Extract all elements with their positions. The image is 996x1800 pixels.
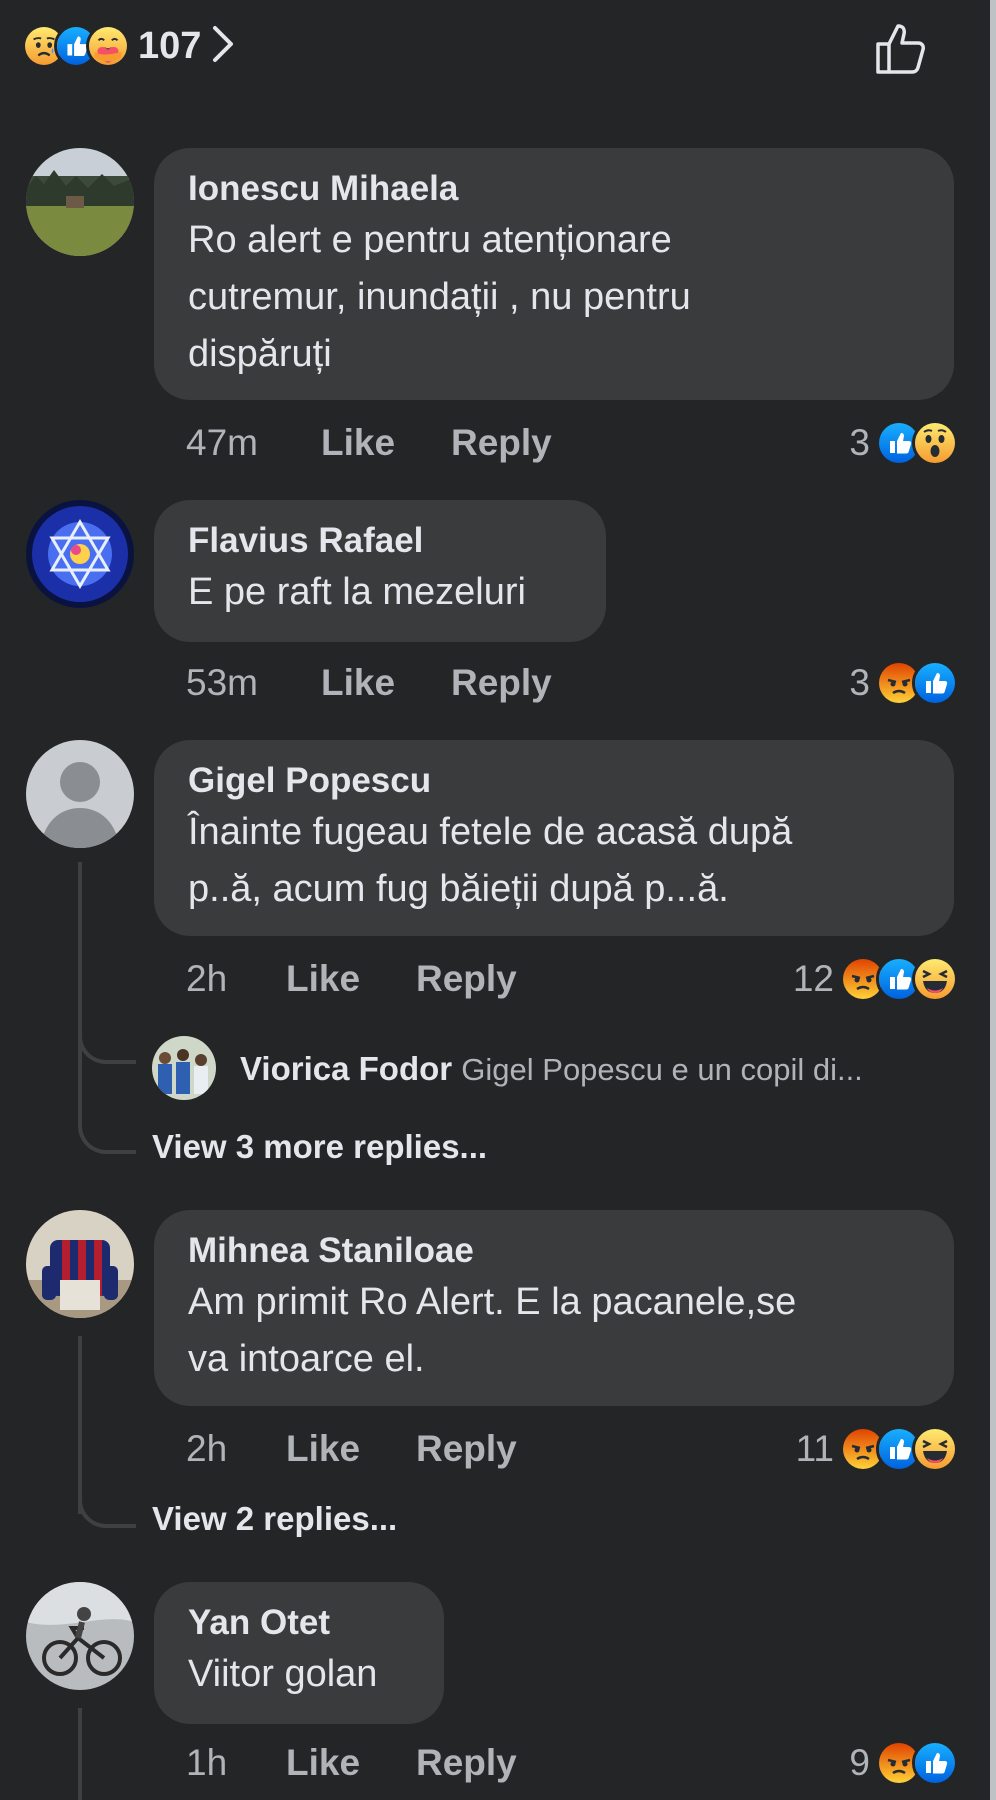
like-reaction-icon (912, 1740, 958, 1786)
comment-time[interactable]: 1h (186, 1742, 286, 1784)
comment-bubble[interactable]: Gigel Popescu Înainte fugeau fetele de a… (154, 740, 954, 936)
comment-time[interactable]: 47m (186, 422, 321, 464)
wow-reaction-icon (912, 420, 958, 466)
reactions-summary[interactable]: 107 (22, 22, 237, 70)
care-reaction-icon (86, 24, 130, 68)
comment-reactions[interactable]: 9 (849, 1736, 958, 1790)
comment-actions: 47m Like Reply (186, 416, 552, 470)
reply-button[interactable]: Reply (416, 958, 517, 1000)
like-reaction-icon (912, 660, 958, 706)
thread-line (78, 862, 82, 1124)
comment-author[interactable]: Mihnea Staniloae (188, 1230, 920, 1272)
avatar[interactable] (26, 500, 134, 608)
like-button[interactable]: Like (321, 662, 451, 704)
reaction-count: 12 (792, 958, 834, 999)
thumbs-up-outline-icon[interactable] (874, 18, 932, 83)
comment-text: Viitor golan (188, 1653, 378, 1695)
reply-button[interactable]: Reply (451, 662, 552, 704)
reply-button[interactable]: Reply (451, 422, 552, 464)
like-button[interactable]: Like (321, 422, 451, 464)
comment-text: Ro alert e pentru atenționare cutremur, … (188, 219, 691, 375)
comment-author[interactable]: Gigel Popescu (188, 760, 920, 802)
comment-author[interactable]: Yan Otet (188, 1602, 410, 1644)
reply-text: Gigel Popescu e un copil di... (461, 1052, 863, 1087)
like-button[interactable]: Like (286, 1742, 416, 1784)
comment-reactions[interactable]: 3 (849, 656, 958, 710)
reply-button[interactable]: Reply (416, 1428, 517, 1470)
comment-text: Am primit Ro Alert. E la pacanele,se va … (188, 1281, 797, 1380)
comment-bubble[interactable]: Mihnea Staniloae Am primit Ro Alert. E l… (154, 1210, 954, 1406)
comment-reactions[interactable]: 11 (796, 1422, 958, 1476)
default-avatar-icon[interactable] (26, 740, 134, 848)
avatar[interactable] (26, 1210, 134, 1318)
avatar[interactable] (26, 148, 134, 256)
comment-text: E pe raft la mezeluri (188, 571, 526, 613)
reaction-count: 11 (795, 1428, 834, 1469)
comment-actions: 53m Like Reply (186, 656, 552, 710)
comment-actions: 2h Like Reply (186, 1422, 517, 1476)
reaction-count: 3 (849, 422, 870, 463)
reply-preview[interactable]: Viorica Fodor Gigel Popescu e un copil d… (240, 1050, 863, 1088)
comment-bubble[interactable]: Ionescu Mihaela Ro alert e pentru atenți… (154, 148, 954, 400)
comment-time[interactable]: 2h (186, 1428, 286, 1470)
comment-reactions[interactable]: 12 (793, 952, 958, 1006)
comment-author[interactable]: Ionescu Mihaela (188, 168, 920, 210)
comment-actions: 2h Like Reply (186, 952, 517, 1006)
reply-avatar[interactable] (152, 1036, 216, 1100)
reaction-count: 3 (849, 662, 870, 703)
comment-bubble[interactable]: Yan Otet Viitor golan (154, 1582, 444, 1724)
reactions-total: 107 (138, 24, 202, 67)
like-button[interactable]: Like (286, 958, 416, 1000)
comment-reactions[interactable]: 3 (849, 416, 958, 470)
chevron-right-icon[interactable] (209, 24, 237, 69)
view-more-replies-link[interactable]: View 3 more replies... (152, 1128, 487, 1166)
comment-actions: 1h Like Reply (186, 1736, 517, 1790)
haha-reaction-icon (912, 1426, 958, 1472)
comment-time[interactable]: 53m (186, 662, 321, 704)
thread-branch (78, 1480, 136, 1528)
reaction-count: 9 (849, 1742, 870, 1783)
reply-author[interactable]: Viorica Fodor (240, 1050, 452, 1087)
comment-author[interactable]: Flavius Rafael (188, 520, 572, 562)
view-more-replies-link[interactable]: View 2 replies... (152, 1500, 397, 1538)
scroll-edge (990, 0, 996, 1800)
comment-bubble[interactable]: Flavius Rafael E pe raft la mezeluri (154, 500, 606, 642)
thread-line (78, 1708, 82, 1800)
thread-branch (78, 1024, 136, 1064)
reply-button[interactable]: Reply (416, 1742, 517, 1784)
thread-branch (78, 1106, 136, 1154)
comment-time[interactable]: 2h (186, 958, 286, 1000)
avatar[interactable] (26, 1582, 134, 1690)
haha-reaction-icon (912, 956, 958, 1002)
comment-text: Înainte fugeau fetele de acasă după p..ă… (188, 811, 793, 910)
like-button[interactable]: Like (286, 1428, 416, 1470)
